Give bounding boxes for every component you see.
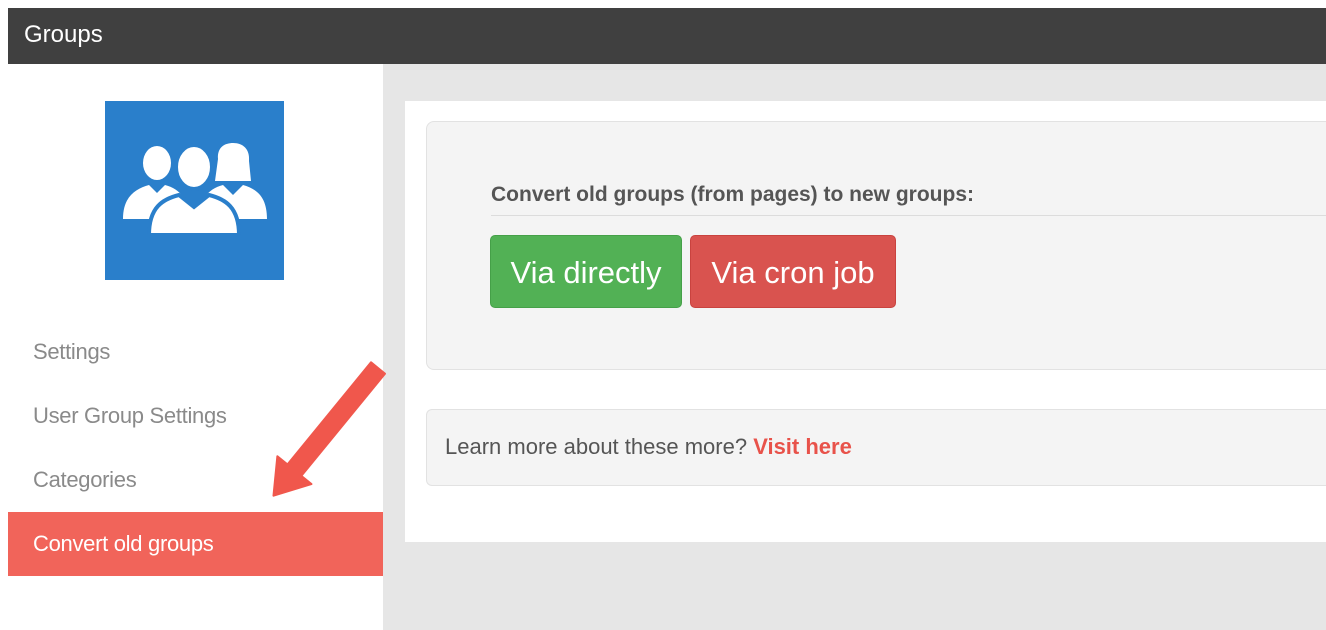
learn-more-text: Learn more about these more? Visit here xyxy=(445,434,852,460)
learn-more-box: Learn more about these more? Visit here xyxy=(426,409,1326,486)
users-group-icon xyxy=(105,101,284,280)
content-panel: Convert old groups (from pages) to new g… xyxy=(405,101,1326,542)
sidebar-item-settings[interactable]: Settings xyxy=(8,320,383,384)
sidebar-item-label: Categories xyxy=(33,467,137,492)
convert-title: Convert old groups (from pages) to new g… xyxy=(491,183,974,206)
page-title: Groups xyxy=(24,21,103,48)
convert-groups-box: Convert old groups (from pages) to new g… xyxy=(426,121,1326,370)
app-header: Groups xyxy=(8,8,1326,64)
sidebar-item-label: Settings xyxy=(33,339,111,364)
main-content: Convert old groups (from pages) to new g… xyxy=(383,64,1326,630)
via-directly-button[interactable]: Via directly xyxy=(490,235,682,308)
sidebar-item-label: User Group Settings xyxy=(33,403,227,428)
sidebar-item-convert-old-groups[interactable]: Convert old groups xyxy=(8,512,383,576)
via-cron-job-button[interactable]: Via cron job xyxy=(690,235,896,308)
sidebar-item-user-group-settings[interactable]: User Group Settings xyxy=(8,384,383,448)
sidebar-item-categories[interactable]: Categories xyxy=(8,448,383,512)
learn-more-label: Learn more about these more? xyxy=(445,434,754,459)
sidebar: Settings User Group Settings Categories … xyxy=(8,64,383,630)
sidebar-item-label: Convert old groups xyxy=(33,531,214,556)
visit-here-link[interactable]: Visit here xyxy=(753,434,852,459)
divider xyxy=(491,215,1326,216)
